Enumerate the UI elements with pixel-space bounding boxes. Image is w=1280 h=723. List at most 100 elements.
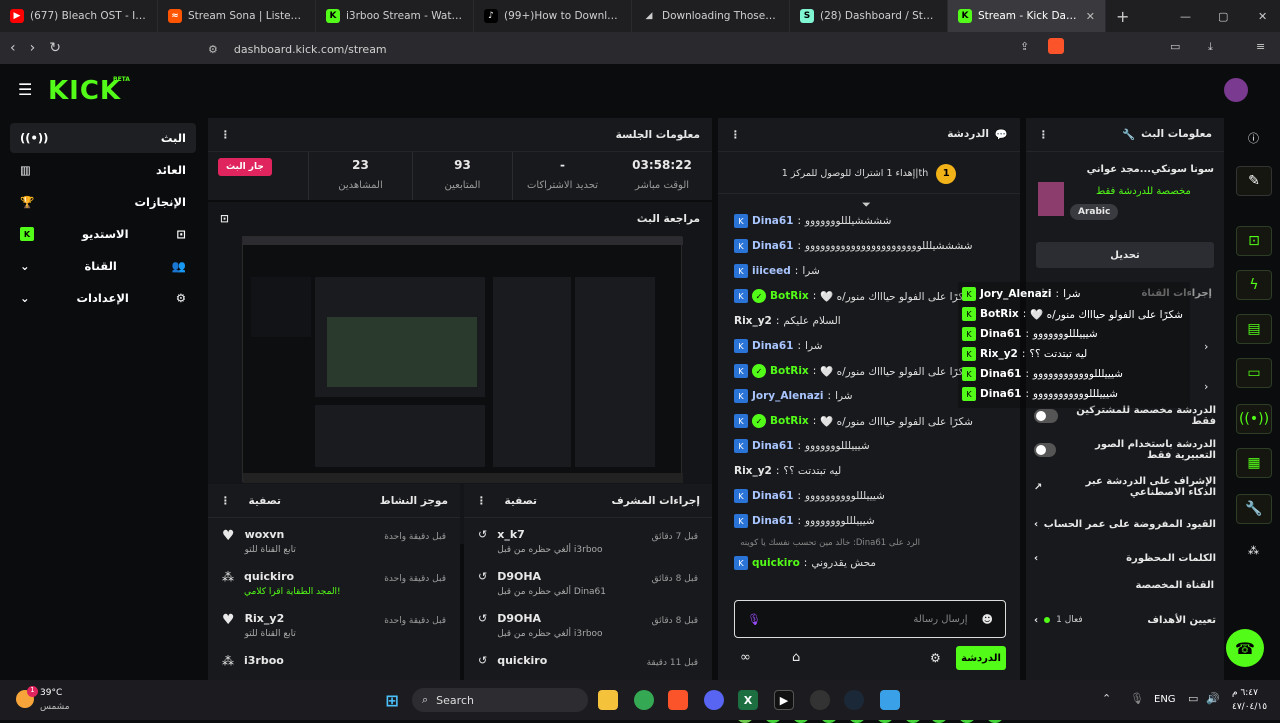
- chat-message[interactable]: Kquickiro: محش يقدروني: [734, 552, 1004, 574]
- chat-message[interactable]: K Dina61: شيييلللووووووو: [734, 435, 1004, 457]
- minimize-icon[interactable]: —: [1180, 10, 1191, 23]
- mic-icon[interactable]: 🎙: [747, 613, 761, 626]
- capcut-icon[interactable]: ▶: [774, 690, 794, 710]
- settings-chevron-icon[interactable]: ›: [1204, 380, 1208, 393]
- browser-tab-active[interactable]: K Stream - Kick Dashb ✕: [948, 0, 1106, 32]
- edit-icon[interactable]: ✎: [1236, 166, 1272, 196]
- setting-account-age[interactable]: القيود المفروضة على عمر الحساب ›: [1034, 512, 1216, 536]
- sidebar-item-channel[interactable]: 👥 القناة ⌄: [10, 251, 196, 281]
- browser-tab[interactable]: S(28) Dashboard / Streamlab: [790, 0, 948, 32]
- browser-tab[interactable]: ◢Downloading Those Nights: [632, 0, 790, 32]
- url-field[interactable]: ⚙ dashboard.kick.com/stream: [208, 39, 1072, 59]
- kick-logo[interactable]: KICK: [48, 76, 121, 106]
- network-icon[interactable]: ▭: [1188, 692, 1198, 705]
- menu-icon[interactable]: ≡: [1256, 40, 1265, 53]
- more-options-icon[interactable]: ⋮: [220, 495, 231, 507]
- snipping-tool-icon[interactable]: [880, 690, 900, 710]
- info-icon[interactable]: ⓘ: [1248, 130, 1259, 146]
- document-icon[interactable]: ▤: [1236, 314, 1272, 344]
- expand-icon[interactable]: ⊡: [1236, 226, 1272, 256]
- excel-icon[interactable]: X: [738, 690, 758, 710]
- close-window-icon[interactable]: ✕: [1258, 10, 1267, 23]
- browser-tab[interactable]: ≈Stream Sona | Listen to to m: [158, 0, 316, 32]
- steam-icon[interactable]: [844, 690, 864, 710]
- reload-icon[interactable]: ↻: [49, 40, 61, 56]
- browser-tab[interactable]: ♪(99+)How to Download Fre: [474, 0, 632, 32]
- more-options-icon[interactable]: ⋮: [1038, 129, 1049, 141]
- edit-button[interactable]: تحديل: [1036, 242, 1214, 268]
- more-options-icon[interactable]: ⋮: [476, 495, 487, 507]
- chevron-up-icon[interactable]: ⌃: [1102, 692, 1111, 705]
- maximize-icon[interactable]: ▢: [1218, 10, 1228, 23]
- language-indicator[interactable]: ENG: [1154, 694, 1176, 705]
- category-link[interactable]: مخصصة للدردشة فقط: [1096, 186, 1191, 197]
- language-tag: Arabic: [1070, 204, 1119, 220]
- filter-button[interactable]: تصفية: [249, 495, 282, 507]
- stream-preview-video[interactable]: [242, 236, 683, 483]
- expand-icon[interactable]: ⊡: [220, 213, 229, 225]
- sidebar-item-achievements[interactable]: الإنجازات 🏆: [10, 187, 196, 217]
- users-icon[interactable]: ⁂: [1248, 544, 1259, 557]
- layout-icon[interactable]: ▦: [1236, 448, 1272, 478]
- obs-icon[interactable]: [810, 690, 830, 710]
- browser-tab[interactable]: Ki3rboo Stream - Watch i: [316, 0, 474, 32]
- brave-icon[interactable]: [668, 690, 688, 710]
- downloads-icon[interactable]: ⤓: [1208, 40, 1213, 54]
- volume-icon[interactable]: 🔊: [1206, 692, 1220, 705]
- more-options-icon[interactable]: ⋮: [220, 129, 231, 141]
- clock-time[interactable]: ٦:٤٧ م: [1232, 688, 1258, 698]
- filter-button[interactable]: تصفية: [505, 495, 538, 507]
- wrench-icon[interactable]: 🔧: [1236, 494, 1272, 524]
- toggle-switch[interactable]: [1034, 409, 1059, 423]
- brave-shield-icon[interactable]: [1048, 38, 1064, 54]
- chat-settings-icon[interactable]: ⚙: [930, 651, 941, 665]
- trophy-icon: 🏆: [20, 195, 35, 209]
- broadcast-icon[interactable]: ((•)): [1236, 404, 1272, 434]
- chat-message[interactable]: Rix_y2: ليه تبتدتت ؟؟: [734, 460, 1004, 482]
- setting-emotes-only[interactable]: الدردشة باستخدام الصور التعبيرية فقط: [1034, 438, 1216, 462]
- chat-message[interactable]: K Dina61: ششششيلللووووووو: [734, 210, 1004, 232]
- more-options-icon[interactable]: ⋮: [730, 129, 741, 141]
- avatar[interactable]: [1224, 78, 1248, 102]
- sidebar-item-settings[interactable]: ⚙ الإعدادات ⌄: [10, 283, 196, 313]
- start-icon[interactable]: ⊞: [382, 690, 402, 710]
- discord-icon[interactable]: [704, 690, 724, 710]
- close-tab-icon[interactable]: ✕: [1086, 10, 1095, 23]
- send-chat-button[interactable]: الدردشة: [956, 646, 1006, 670]
- chat-message[interactable]: Kiiiceed: شرا: [734, 260, 1004, 282]
- new-tab-button[interactable]: +: [1116, 7, 1129, 26]
- browser-tab[interactable]: ▶(677) Bleach OST - Invasion: [0, 0, 158, 32]
- clock-date[interactable]: ٤٧/٠٤/١٥: [1232, 702, 1267, 712]
- chat-message[interactable]: K Dina61: ششششيلللووووووووووووووووووووووو: [734, 235, 1004, 257]
- store-icon[interactable]: ⌂: [792, 650, 800, 665]
- chat-message[interactable]: K ✓ BotRix: شكرًا على الفولو حياااك منور/ه …: [734, 410, 1004, 432]
- back-icon[interactable]: ‹: [10, 40, 16, 56]
- file-explorer-icon[interactable]: [598, 690, 618, 710]
- chat-users-icon[interactable]: ∞: [740, 650, 751, 665]
- hamburger-icon[interactable]: ☰: [18, 80, 32, 99]
- emoji-icon[interactable]: ☻: [982, 613, 993, 626]
- taskbar-search[interactable]: ⌕ Search: [412, 688, 588, 712]
- settings-chevron-icon[interactable]: ›: [1204, 340, 1208, 353]
- support-button[interactable]: ☎: [1226, 629, 1264, 667]
- setting-goals[interactable]: تعيين الأهداف فعال 1 ›: [1034, 608, 1216, 632]
- mic-icon[interactable]: 🎙: [1130, 692, 1144, 705]
- chat-bubble-icon[interactable]: ▭: [1236, 358, 1272, 388]
- chat-message[interactable]: K Dina61: شيييلللوووووووووو: [734, 485, 1004, 507]
- forward-icon[interactable]: ›: [30, 40, 36, 56]
- setting-ai-moderation[interactable]: الإشراف على الدردشة عبر الذكاء الاصطناعي…: [1034, 470, 1216, 504]
- pinned-goal[interactable]: إهداء 1 اشتراك للوصول للمركز 1|th 1: [718, 154, 1020, 194]
- setting-banned-words[interactable]: الكلمات المحظورة ›: [1034, 546, 1216, 570]
- wallet-icon[interactable]: ▭: [1170, 40, 1180, 53]
- chrome-icon[interactable]: [634, 690, 654, 710]
- sidebar-item-revenue[interactable]: العائد ▥: [10, 155, 196, 185]
- sidebar-item-live[interactable]: البث ((•)): [10, 123, 196, 153]
- lightning-icon[interactable]: ϟ: [1236, 270, 1272, 300]
- chat-message[interactable]: K Dina61: شيييلللوووووووو: [734, 510, 1004, 532]
- chat-input[interactable]: 🎙 إرسال رسالة ☻: [734, 600, 1006, 638]
- share-icon[interactable]: ⇪: [1020, 40, 1029, 53]
- sidebar-item-studio[interactable]: ⊡ الاستديو K: [10, 219, 196, 249]
- overlay-message: K BotRix: شكرًا على الفولو حياااك منور/ه 🤍: [962, 304, 1186, 324]
- toggle-switch[interactable]: [1034, 443, 1056, 457]
- site-settings-icon[interactable]: ⚙: [208, 43, 218, 56]
